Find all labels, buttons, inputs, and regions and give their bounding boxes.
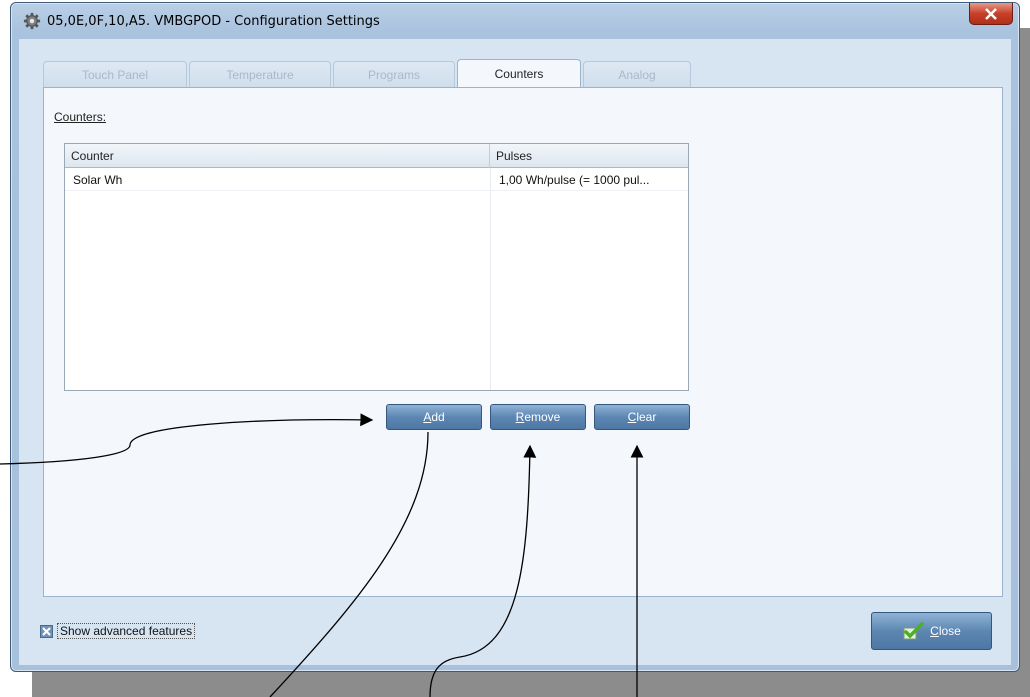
close-button[interactable]: Close xyxy=(871,612,992,650)
clear-label-rest: lear xyxy=(636,410,657,424)
tab-temperature[interactable]: Temperature xyxy=(189,61,331,87)
add-label-rest: dd xyxy=(431,410,445,424)
title-bar[interactable]: 05,0E,0F,10,A5. VMBGPOD - Configuration … xyxy=(11,3,1019,39)
close-label-rest: lose xyxy=(938,624,961,638)
tab-strip: Touch Panel Temperature Programs Counter… xyxy=(43,59,693,87)
checkmark-icon xyxy=(903,622,924,640)
counters-section-label: Counters: xyxy=(54,110,107,124)
list-header: Counter Pulses xyxy=(65,144,688,168)
tab-analog[interactable]: Analog xyxy=(583,61,691,87)
column-divider xyxy=(490,168,491,390)
tab-programs[interactable]: Programs xyxy=(333,61,455,87)
add-button[interactable]: Add xyxy=(386,404,482,430)
cell-pulses: 1,00 Wh/pulse (= 1000 pul... xyxy=(499,173,650,187)
close-mnemonic: C xyxy=(930,624,939,638)
window-close-button[interactable] xyxy=(969,3,1013,25)
advanced-features-label: Show advanced features xyxy=(57,623,196,639)
remove-label-rest: emove xyxy=(524,410,561,424)
tab-counters[interactable]: Counters xyxy=(457,59,581,87)
column-header-counter[interactable]: Counter xyxy=(65,144,490,168)
clear-button[interactable]: Clear xyxy=(594,404,690,430)
remove-mnemonic: R xyxy=(515,410,525,424)
add-mnemonic: A xyxy=(423,410,432,424)
check-x-icon xyxy=(42,626,51,636)
advanced-features-toggle[interactable]: Show advanced features xyxy=(40,623,196,639)
gear-icon xyxy=(23,12,41,30)
window-title: 05,0E,0F,10,A5. VMBGPOD - Configuration … xyxy=(47,13,380,29)
advanced-checkbox[interactable] xyxy=(40,624,53,638)
column-header-pulses[interactable]: Pulses xyxy=(490,144,688,168)
close-icon xyxy=(985,7,997,20)
clear-mnemonic: C xyxy=(627,410,637,424)
cell-counter: Solar Wh xyxy=(73,173,123,187)
tab-touch-panel[interactable]: Touch Panel xyxy=(43,61,187,87)
table-row[interactable]: Solar Wh 1,00 Wh/pulse (= 1000 pul... xyxy=(65,169,688,191)
remove-button[interactable]: Remove xyxy=(490,404,586,430)
counters-list[interactable]: Counter Pulses Solar Wh 1,00 Wh/pulse (=… xyxy=(64,143,689,391)
